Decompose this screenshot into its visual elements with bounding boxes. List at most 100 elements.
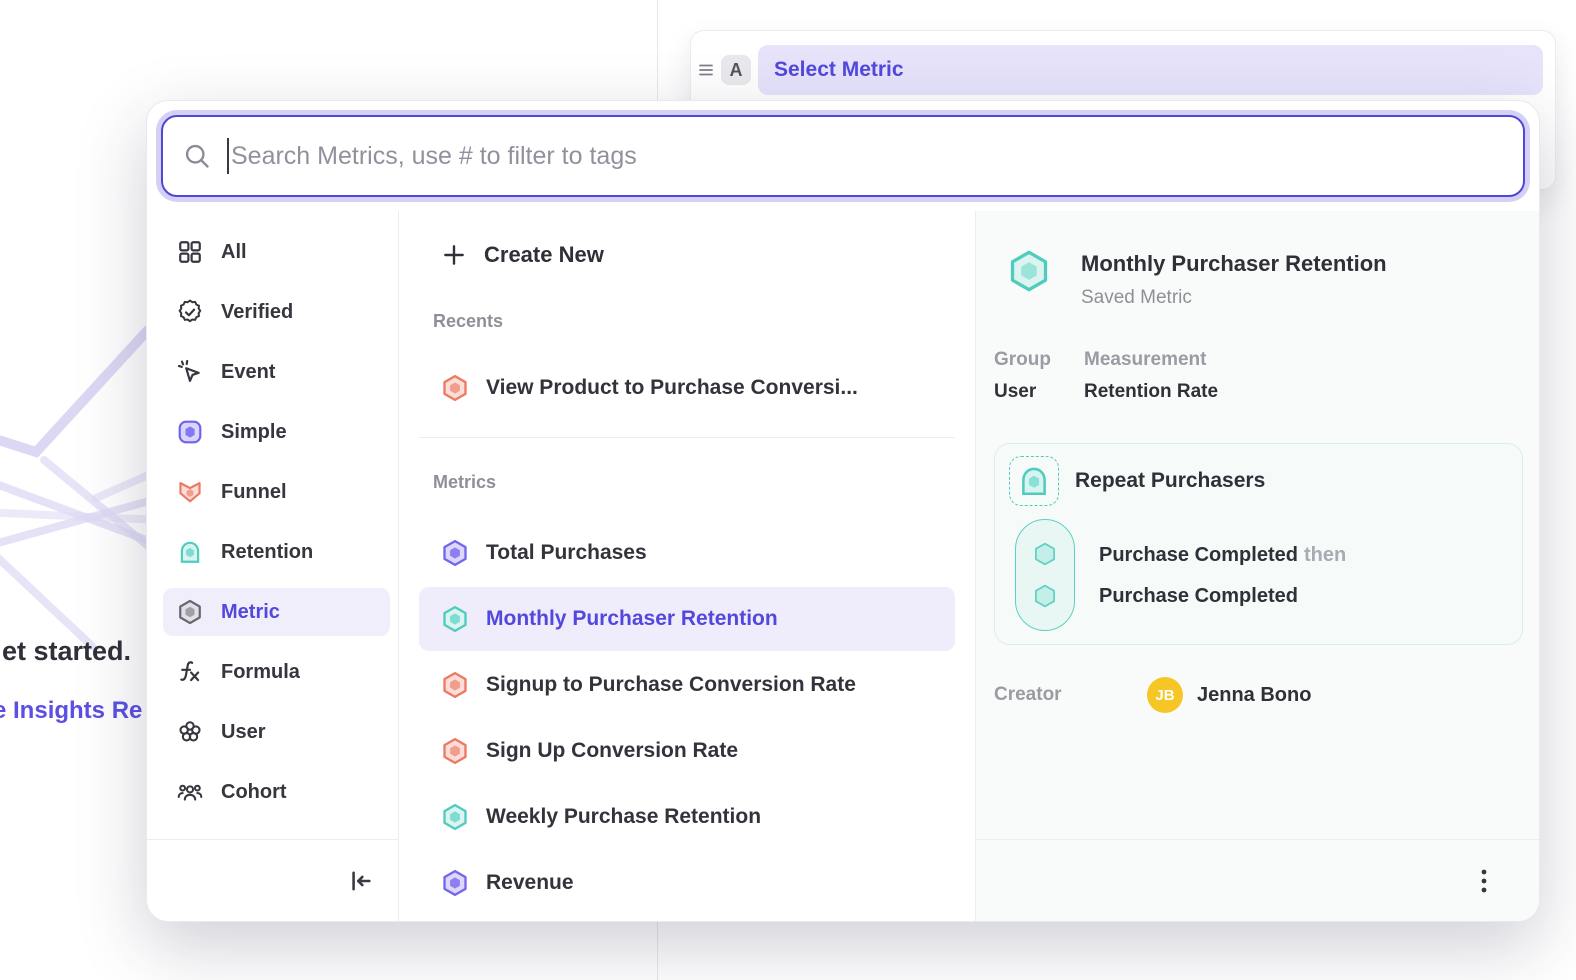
definition-card: Repeat Purchasers Purchase Completed then… xyxy=(994,443,1523,645)
metric-detail-panel: Monthly Purchaser Retention Saved Metric… xyxy=(976,211,1539,921)
sequence-capsule xyxy=(1015,519,1075,631)
sidebar-item-label: Funnel xyxy=(221,481,287,504)
step-connector: then xyxy=(1304,544,1346,566)
sidebar-item-label: Cohort xyxy=(221,781,287,804)
metric-picker-modal: All Verified Event xyxy=(146,100,1540,922)
definition-header: Repeat Purchasers xyxy=(1009,456,1508,506)
definition-name: Repeat Purchasers xyxy=(1075,469,1265,493)
measurement-value: Retention Rate xyxy=(1084,381,1218,403)
creator-label: Creator xyxy=(994,684,1147,706)
conversion-metric-icon xyxy=(441,671,469,699)
metric-row-total-purchases[interactable]: Total Purchases xyxy=(419,521,955,585)
metrics-list: Total Purchases Monthly Purchaser Retent… xyxy=(399,521,975,915)
metric-row-weekly-purchase-retention[interactable]: Weekly Purchase Retention xyxy=(419,785,955,849)
text-cursor xyxy=(227,138,229,174)
sidebar-item-cohort[interactable]: Cohort xyxy=(163,768,390,816)
select-metric-button[interactable]: Select Metric xyxy=(758,45,1543,95)
retention-metric-icon xyxy=(1007,249,1051,293)
measurement-label: Measurement xyxy=(1084,349,1218,371)
measurement-stat: Measurement Retention Rate xyxy=(1084,349,1218,403)
recent-metric-row[interactable]: View Product to Purchase Conversi... xyxy=(419,356,955,420)
metric-row-label: Weekly Purchase Retention xyxy=(486,805,761,829)
detail-header: Monthly Purchaser Retention Saved Metric xyxy=(994,249,1523,309)
group-stat: Group User xyxy=(994,349,1084,403)
creator-name: Jenna Bono xyxy=(1197,684,1311,707)
metric-row-revenue[interactable]: Revenue xyxy=(419,851,955,915)
sidebar-item-verified[interactable]: Verified xyxy=(163,288,390,336)
detail-type: Saved Metric xyxy=(1081,287,1387,309)
sidebar-item-label: Metric xyxy=(221,601,280,624)
search-input[interactable] xyxy=(231,142,1503,171)
sidebar-item-label: User xyxy=(221,721,265,744)
plus-icon xyxy=(441,242,467,268)
cursor-sparkle-icon xyxy=(177,359,203,385)
sidebar-item-funnel[interactable]: Funnel xyxy=(163,468,390,516)
metric-row-label: Monthly Purchaser Retention xyxy=(486,607,778,631)
conversion-metric-icon xyxy=(441,737,469,765)
retention-behavior-icon xyxy=(1017,464,1051,498)
grid-icon xyxy=(177,239,203,265)
cohort-people-icon xyxy=(177,779,203,805)
sidebar-item-label: Event xyxy=(221,361,275,384)
simple-metric-icon xyxy=(177,419,203,445)
metric-row-label: View Product to Purchase Conversi... xyxy=(486,376,858,400)
definition-steps: Purchase Completed then Purchase Complete… xyxy=(1015,519,1508,631)
creator-avatar: JB xyxy=(1147,677,1183,713)
event-hexagon-icon xyxy=(1032,583,1058,609)
sidebar-footer xyxy=(147,839,398,921)
create-new-label: Create New xyxy=(484,242,604,268)
simple-metric-icon xyxy=(441,869,469,897)
metric-row-signup-to-purchase[interactable]: Signup to Purchase Conversion Rate xyxy=(419,653,955,717)
partial-heading: et started. xyxy=(2,636,131,667)
step-1-event: Purchase Completed xyxy=(1099,544,1298,566)
sidebar-item-label: Simple xyxy=(221,421,287,444)
sidebar-item-label: Formula xyxy=(221,661,300,684)
creator-row: Creator JB Jenna Bono xyxy=(994,677,1523,713)
filter-sidebar: All Verified Event xyxy=(147,211,399,921)
detail-title: Monthly Purchaser Retention xyxy=(1081,249,1387,277)
step-2: Purchase Completed xyxy=(1099,582,1346,610)
sidebar-item-formula[interactable]: Formula xyxy=(163,648,390,696)
recents-header: Recents xyxy=(433,311,955,332)
user-flower-icon xyxy=(177,719,203,745)
group-label: Group xyxy=(994,349,1084,371)
retention-metric-icon xyxy=(441,605,469,633)
search-bar[interactable] xyxy=(161,115,1525,197)
kebab-menu-icon[interactable] xyxy=(1473,868,1495,894)
detail-footer xyxy=(976,839,1539,921)
metric-row-label: Revenue xyxy=(486,871,574,895)
sidebar-item-label: Retention xyxy=(221,541,313,564)
simple-metric-icon xyxy=(441,539,469,567)
sidebar-item-metric[interactable]: Metric xyxy=(163,588,390,636)
create-new-button[interactable]: Create New xyxy=(419,233,955,277)
metric-row-monthly-purchaser-retention[interactable]: Monthly Purchaser Retention xyxy=(419,587,955,651)
event-hexagon-icon xyxy=(1032,541,1058,567)
metric-hexagon-icon xyxy=(177,599,203,625)
step-1: Purchase Completed then xyxy=(1099,541,1346,569)
verified-badge-icon xyxy=(177,299,203,325)
section-divider xyxy=(419,437,955,438)
query-row-label: A xyxy=(721,55,751,85)
retention-metric-icon xyxy=(441,803,469,831)
metric-row-label: Total Purchases xyxy=(486,541,647,565)
sidebar-item-event[interactable]: Event xyxy=(163,348,390,396)
step-2-event: Purchase Completed xyxy=(1099,585,1298,607)
partial-insights-link[interactable]: e Insights Re xyxy=(0,697,142,725)
formula-fx-icon xyxy=(177,659,203,685)
sidebar-item-user[interactable]: User xyxy=(163,708,390,756)
sidebar-item-all[interactable]: All xyxy=(163,228,390,276)
metric-row-label: Signup to Purchase Conversion Rate xyxy=(486,673,856,697)
metric-list-panel: Create New Recents View Product to Purch… xyxy=(399,211,976,921)
drag-handle-icon[interactable] xyxy=(698,62,714,78)
sidebar-item-simple[interactable]: Simple xyxy=(163,408,390,456)
sidebar-item-label: Verified xyxy=(221,301,293,324)
search-icon xyxy=(183,142,211,170)
behavior-icon-frame xyxy=(1009,456,1059,506)
sidebar-item-retention[interactable]: Retention xyxy=(163,528,390,576)
metrics-header: Metrics xyxy=(433,472,955,493)
metric-row-signup-conversion[interactable]: Sign Up Conversion Rate xyxy=(419,719,955,783)
select-metric-label: Select Metric xyxy=(774,58,904,82)
collapse-left-icon[interactable] xyxy=(346,867,374,895)
sidebar-item-label: All xyxy=(221,241,247,264)
conversion-metric-icon xyxy=(441,374,469,402)
